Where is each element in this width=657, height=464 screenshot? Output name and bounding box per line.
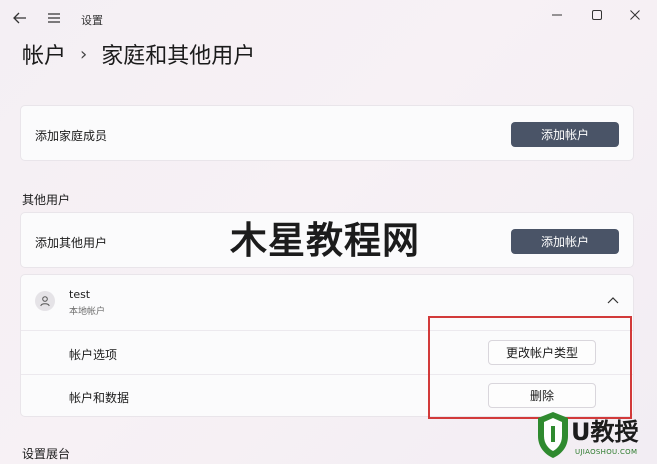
- logo-subtext: UJIAOSHOU.COM: [575, 448, 638, 456]
- delete-account-button[interactable]: 删除: [488, 383, 596, 408]
- collapse-button[interactable]: [607, 295, 619, 305]
- maximize-icon: [592, 10, 602, 20]
- back-arrow-icon: [13, 12, 26, 24]
- logo-text: U教授: [571, 418, 639, 446]
- logo-badge-icon: [538, 412, 568, 458]
- breadcrumb-separator: ›: [80, 43, 88, 65]
- minimize-icon: [552, 14, 562, 16]
- add-other-user-card: 添加其他用户 添加帐户: [20, 212, 634, 268]
- close-icon: [630, 10, 640, 20]
- breadcrumb-parent[interactable]: 帐户: [22, 38, 66, 70]
- account-options-label: 帐户选项: [69, 348, 118, 362]
- add-other-account-button[interactable]: 添加帐户: [511, 229, 619, 254]
- settings-window: 设置 帐户 › 家庭和其他用户 添加家庭成员 添加帐户 其他用户 添加其他用户: [0, 0, 657, 464]
- change-account-type-button[interactable]: 更改帐户类型: [488, 340, 596, 365]
- avatar: [35, 291, 55, 311]
- user-account-type: 本地帐户: [69, 307, 106, 317]
- maximize-button[interactable]: [577, 4, 617, 26]
- person-icon: [40, 296, 50, 307]
- add-family-card: 添加家庭成员 添加帐户: [20, 105, 634, 161]
- chevron-up-icon: [607, 297, 619, 304]
- hamburger-icon: [48, 13, 60, 23]
- breadcrumb-current: 家庭和其他用户: [101, 44, 256, 69]
- scrolled-description: [22, 70, 642, 76]
- add-other-user-label: 添加其他用户: [35, 236, 108, 250]
- user-name: test: [69, 288, 91, 301]
- user-card: test 本地帐户 帐户选项 更改帐户类型 帐户和数据 删除: [20, 274, 634, 417]
- kiosk-heading: 设置展台: [22, 447, 71, 461]
- breadcrumb: 帐户 › 家庭和其他用户: [22, 38, 255, 70]
- other-users-heading: 其他用户: [22, 193, 71, 207]
- account-data-label: 帐户和数据: [69, 391, 130, 405]
- site-logo: U教授 UJIAOSHOU.COM: [533, 408, 655, 462]
- add-family-account-button[interactable]: 添加帐户: [511, 122, 619, 147]
- minimize-button[interactable]: [537, 4, 577, 26]
- menu-button[interactable]: [44, 9, 64, 27]
- window-title: 设置: [81, 14, 103, 27]
- account-options-row: 帐户选项 更改帐户类型: [21, 330, 633, 375]
- add-family-label: 添加家庭成员: [35, 129, 108, 143]
- title-bar: 设置: [0, 0, 657, 34]
- close-button[interactable]: [615, 4, 655, 26]
- back-button[interactable]: [10, 9, 30, 27]
